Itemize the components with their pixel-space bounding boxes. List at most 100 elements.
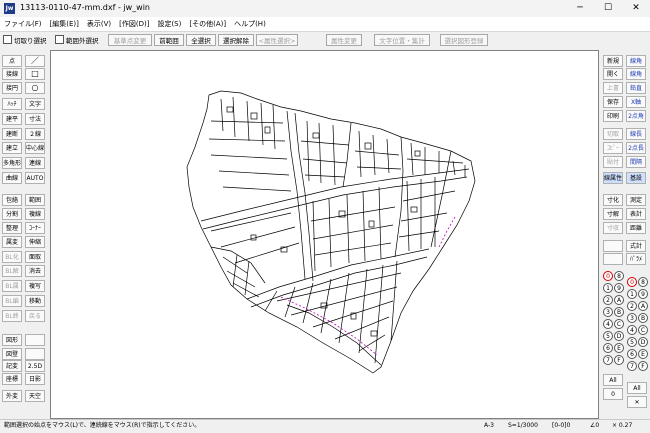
left-tool-18-0[interactable]: 図形 xyxy=(2,334,22,346)
drawing-canvas[interactable] xyxy=(50,50,599,419)
right-tool-8-0[interactable]: 線属性 xyxy=(603,172,623,184)
cut-select-checkbox[interactable]: 切取り選択 xyxy=(3,35,47,47)
layer-2[interactable]: 2 xyxy=(627,301,637,311)
group-layer-b-6[interactable]: E xyxy=(614,343,624,353)
all-groups-button[interactable]: All xyxy=(603,374,623,386)
group-layer-0[interactable]: 0 xyxy=(603,271,613,281)
left-tool-19-0[interactable]: 図登 xyxy=(2,348,22,360)
menu-draw[interactable]: [作図(D)] xyxy=(115,17,153,31)
layer-b-1[interactable]: 9 xyxy=(638,289,648,299)
right-tool-2-1[interactable]: 鉛直 xyxy=(626,82,646,94)
left-tool-17-0[interactable]: BL終 xyxy=(2,310,22,322)
group-layer-3[interactable]: 3 xyxy=(603,307,613,317)
left-tool-22-0[interactable]: 外変 xyxy=(2,390,22,402)
minimize-button[interactable]: ─ xyxy=(566,0,594,17)
group-layer-2[interactable]: 2 xyxy=(603,295,613,305)
layer-6[interactable]: 6 xyxy=(627,349,637,359)
layer-5[interactable]: 5 xyxy=(627,337,637,347)
left-tool-16-0[interactable]: BL編 xyxy=(2,295,22,307)
menu-help[interactable]: ヘルプ(H) xyxy=(230,17,270,31)
base-point-button[interactable]: 基準点変更 xyxy=(108,34,152,46)
menu-file[interactable]: ファイル(F) xyxy=(0,17,46,31)
all-layers-button[interactable]: All xyxy=(627,382,647,394)
right-tool-8-1[interactable]: 基設 xyxy=(626,172,646,184)
left-tool-12-0[interactable]: 属変 xyxy=(2,236,22,248)
left-tool-16-1[interactable]: 移動 xyxy=(25,295,45,307)
left-tool-15-1[interactable]: 複写 xyxy=(25,280,45,292)
group-layer-6[interactable]: 6 xyxy=(603,343,613,353)
left-tool-10-0[interactable]: 分割 xyxy=(2,208,22,220)
text-position-button[interactable]: 文字位置・集計 xyxy=(374,34,430,46)
layer-0[interactable]: 0 xyxy=(627,277,637,287)
right-tool-1-1[interactable]: 線角 xyxy=(626,68,646,80)
prev-range-button[interactable]: 前範囲 xyxy=(154,34,184,46)
left-tool-4-1[interactable]: 寸法 xyxy=(25,113,45,125)
left-tool-19-1[interactable] xyxy=(25,348,45,360)
left-tool-15-0[interactable]: BL属 xyxy=(2,280,22,292)
right-tool-6-0[interactable]: ｺﾋﾟｰ xyxy=(603,142,623,154)
left-tool-10-1[interactable]: 複線 xyxy=(25,208,45,220)
left-tool-6-0[interactable]: 建立 xyxy=(2,142,22,154)
right-tool-10-0[interactable]: 寸解 xyxy=(603,208,623,220)
left-tool-8-1[interactable]: AUTO xyxy=(25,172,45,184)
layer-b-3[interactable]: B xyxy=(638,313,648,323)
left-tool-12-1[interactable]: 伸縮 xyxy=(25,236,45,248)
left-tool-11-1[interactable]: ｺｰﾅｰ xyxy=(25,222,45,234)
group-layer-b-4[interactable]: C xyxy=(614,319,624,329)
left-tool-3-0[interactable]: ﾊｯﾁ xyxy=(2,98,22,110)
angle-display[interactable]: ∠0 xyxy=(590,420,599,432)
layer-display[interactable]: [0-0]0 xyxy=(552,420,570,432)
right-tool-1-0[interactable]: 開く xyxy=(603,68,623,80)
menu-settings[interactable]: 設定(S) xyxy=(153,17,185,31)
group-layer-7[interactable]: 7 xyxy=(603,355,613,365)
group-layer-b-3[interactable]: B xyxy=(614,307,624,317)
right-tool-11-1[interactable]: 距離 xyxy=(626,222,646,234)
layer-b-2[interactable]: A xyxy=(638,301,648,311)
left-tool-0-1[interactable]: ／ xyxy=(25,55,45,67)
left-tool-22-1[interactable]: 天空 xyxy=(25,390,45,402)
left-tool-9-0[interactable]: 包絡 xyxy=(2,194,22,206)
left-tool-21-0[interactable]: 座標 xyxy=(2,373,22,385)
group-layer-5[interactable]: 5 xyxy=(603,331,613,341)
right-tool-9-0[interactable]: 寸化 xyxy=(603,194,623,206)
right-tool-11-0[interactable]: 寸収 xyxy=(603,222,623,234)
left-tool-3-1[interactable]: 文字 xyxy=(25,98,45,110)
right-tool-0-1[interactable]: 線角 xyxy=(626,55,646,67)
left-tool-13-0[interactable]: BL化 xyxy=(2,251,22,263)
left-tool-11-0[interactable]: 整理 xyxy=(2,222,22,234)
group-layer-b-1[interactable]: 9 xyxy=(614,283,624,293)
layer-b-6[interactable]: E xyxy=(638,349,648,359)
right-tool-12-0[interactable] xyxy=(603,240,623,252)
attr-change-button[interactable]: 属性変更 xyxy=(326,34,362,46)
group-layer-1[interactable]: 1 xyxy=(603,283,613,293)
right-tool-4-1[interactable]: 2点角 xyxy=(626,110,646,122)
deselect-button[interactable]: 選択解除 xyxy=(218,34,254,46)
left-tool-5-0[interactable]: 建断 xyxy=(2,128,22,140)
left-tool-17-1[interactable]: 戻る xyxy=(25,310,45,322)
left-tool-18-1[interactable] xyxy=(25,334,45,346)
left-tool-20-1[interactable]: 2.5D xyxy=(25,360,45,372)
right-tool-3-1[interactable]: X軸 xyxy=(626,96,646,108)
left-tool-4-0[interactable]: 建平 xyxy=(2,113,22,125)
layer-7[interactable]: 7 xyxy=(627,361,637,371)
maximize-button[interactable]: ☐ xyxy=(594,0,622,17)
left-tool-1-0[interactable]: 接線 xyxy=(2,68,22,80)
outside-select-checkbox[interactable]: 範囲外選択 xyxy=(55,35,99,47)
left-tool-14-0[interactable]: BL解 xyxy=(2,265,22,277)
left-tool-8-0[interactable]: 曲線 xyxy=(2,172,22,184)
left-tool-0-0[interactable]: 点 xyxy=(2,55,22,67)
left-tool-5-1[interactable]: ２線 xyxy=(25,128,45,140)
layer-close-icon[interactable]: ✕ xyxy=(627,396,647,408)
right-tool-5-1[interactable]: 線長 xyxy=(626,128,646,140)
scale-display[interactable]: S=1/3000 xyxy=(508,420,538,432)
group-layer-b-2[interactable]: A xyxy=(614,295,624,305)
attr-select-button[interactable]: <属性選択> xyxy=(256,34,298,46)
right-tool-13-0[interactable] xyxy=(603,253,623,265)
right-tool-7-0[interactable]: 貼付 xyxy=(603,156,623,168)
zoom-display[interactable]: × 0.27 xyxy=(612,420,632,432)
right-tool-6-1[interactable]: 2点長 xyxy=(626,142,646,154)
right-tool-13-1[interactable]: ﾊﾟﾗﾒ xyxy=(626,253,646,265)
layer-b-0[interactable]: 8 xyxy=(638,277,648,287)
left-tool-13-1[interactable]: 面取 xyxy=(25,251,45,263)
layer-b-4[interactable]: C xyxy=(638,325,648,335)
